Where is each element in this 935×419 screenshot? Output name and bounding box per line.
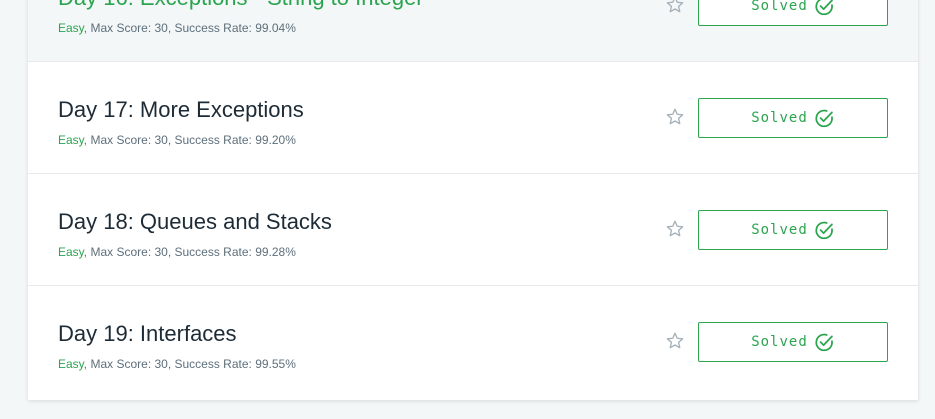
solved-button[interactable]: Solved — [698, 210, 888, 250]
check-circle-icon — [815, 333, 833, 351]
check-circle-icon — [815, 0, 833, 15]
star-icon[interactable] — [665, 331, 685, 351]
check-circle-icon — [815, 221, 833, 239]
challenge-title[interactable]: Day 17: More Exceptions — [58, 97, 304, 123]
solved-button[interactable]: Solved — [698, 98, 888, 138]
difficulty-label: Easy — [58, 133, 84, 147]
challenge-title[interactable]: Day 16: Exceptions - String to Integer — [58, 0, 424, 11]
challenge-title[interactable]: Day 18: Queues and Stacks — [58, 209, 332, 235]
solved-button[interactable]: Solved — [698, 322, 888, 362]
score-rate-label: , Max Score: 30, Success Rate: 99.55% — [83, 357, 296, 371]
challenge-row[interactable]: Day 16: Exceptions - String to Integer E… — [28, 0, 918, 62]
score-rate-label: , Max Score: 30, Success Rate: 99.04% — [83, 21, 296, 35]
star-icon[interactable] — [665, 107, 685, 127]
solved-label: Solved — [751, 0, 808, 14]
challenge-row[interactable]: Day 18: Queues and Stacks Easy, Max Scor… — [28, 174, 918, 286]
challenge-meta: Easy, Max Score: 30, Success Rate: 99.28… — [58, 245, 296, 259]
challenge-list: Day 16: Exceptions - String to Integer E… — [28, 0, 918, 400]
challenge-title[interactable]: Day 19: Interfaces — [58, 321, 237, 347]
star-icon[interactable] — [665, 0, 685, 15]
difficulty-label: Easy — [58, 21, 84, 35]
star-icon[interactable] — [665, 219, 685, 239]
challenge-meta: Easy, Max Score: 30, Success Rate: 99.55… — [58, 357, 296, 371]
solved-button[interactable]: Solved — [698, 0, 888, 26]
score-rate-label: , Max Score: 30, Success Rate: 99.20% — [83, 133, 296, 147]
challenge-meta: Easy, Max Score: 30, Success Rate: 99.04… — [58, 21, 296, 35]
challenge-row[interactable]: Day 19: Interfaces Easy, Max Score: 30, … — [28, 286, 918, 400]
difficulty-label: Easy — [58, 245, 84, 259]
score-rate-label: , Max Score: 30, Success Rate: 99.28% — [83, 245, 296, 259]
solved-label: Solved — [751, 110, 808, 126]
check-circle-icon — [815, 109, 833, 127]
challenge-row[interactable]: Day 17: More Exceptions Easy, Max Score:… — [28, 62, 918, 174]
solved-label: Solved — [751, 222, 808, 238]
difficulty-label: Easy — [58, 357, 84, 371]
challenge-meta: Easy, Max Score: 30, Success Rate: 99.20… — [58, 133, 296, 147]
solved-label: Solved — [751, 334, 808, 350]
